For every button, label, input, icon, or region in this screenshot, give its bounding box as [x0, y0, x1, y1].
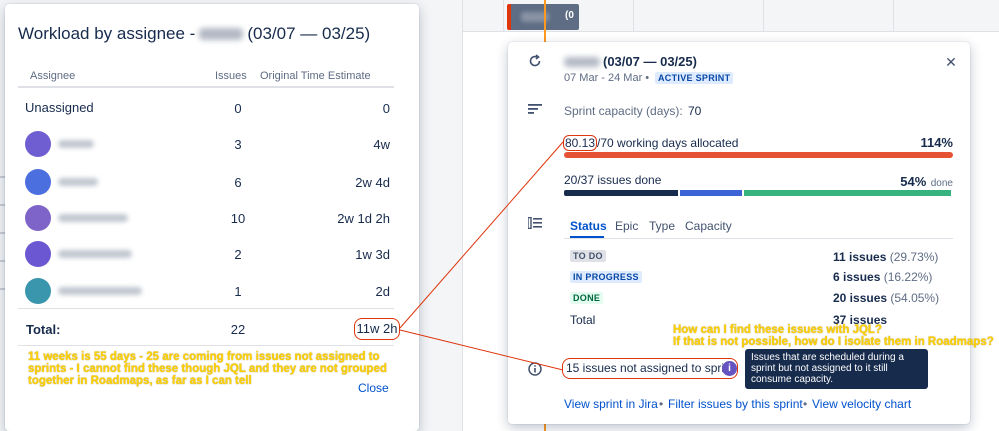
sprint-title: (03/07 — 03/25) — [564, 54, 697, 69]
workload-title-prefix: Workload by assignee - — [18, 24, 196, 43]
workload-title: Workload by assignee - (03/07 — 03/25) — [18, 24, 370, 44]
issues-count: 0 — [234, 101, 242, 116]
avatar — [25, 131, 51, 157]
sprint-name-redacted — [564, 56, 600, 67]
issues-done-text: 20/37 issues done — [564, 173, 662, 187]
capacity-value: 70 — [688, 104, 702, 118]
header-divider — [18, 86, 394, 88]
issues-count: 6 — [234, 175, 242, 190]
time-estimate: 2w 1d 2h — [337, 211, 390, 226]
issues-count: 2 — [234, 247, 242, 262]
active-tab-indicator — [570, 236, 604, 238]
timeline-sprint-chip[interactable]: (0 — [507, 4, 579, 30]
total-divider — [18, 308, 394, 309]
capacity-progress-bar — [564, 152, 953, 158]
done-percent: 54% done — [900, 174, 953, 189]
assignee-name-redacted — [58, 287, 142, 295]
assignee-name-redacted — [58, 140, 94, 148]
status-lozenge-in-progress: IN PROGRESS — [570, 271, 642, 283]
link-separator: • — [803, 397, 808, 411]
status-count-todo: 11 issues (29.73%) — [833, 250, 939, 264]
issues-progress-bar — [564, 190, 953, 196]
close-icon[interactable]: ✕ — [944, 54, 958, 71]
sprint-cycle-icon — [529, 54, 541, 67]
lines-icon — [528, 104, 542, 114]
filter-issues-link[interactable]: Filter issues by this sprint — [668, 397, 803, 411]
allocated-percent: 114% — [920, 135, 953, 150]
status-badge: ACTIVE SPRINT — [655, 72, 734, 84]
tab-bar-divider — [564, 238, 953, 239]
total-estimate-highlighted: 11w 2h — [354, 318, 400, 340]
annotation-note-right: How can I find these issues with JQL? If… — [673, 324, 994, 348]
table-row: 3 4w — [18, 128, 394, 162]
column-header-assignee: Assignee — [30, 70, 76, 82]
tab-epic[interactable]: Epic — [615, 219, 638, 233]
tooltip: Issues that are scheduled during a sprin… — [745, 349, 928, 389]
time-estimate: 2d — [375, 284, 390, 299]
tab-type[interactable]: Type — [649, 219, 675, 233]
avatar — [25, 169, 51, 195]
allocated-text: /70 working days allocated — [597, 136, 739, 150]
view-velocity-chart-link[interactable]: View velocity chart — [812, 397, 911, 411]
time-estimate: 2w 4d — [355, 175, 390, 190]
table-row: 2 1w 3d — [18, 238, 394, 272]
status-lozenge-done: DONE — [570, 292, 604, 304]
view-sprint-link[interactable]: View sprint in Jira — [564, 397, 658, 411]
sprint-chip-label: (0 — [565, 10, 574, 21]
breakdown-icon — [528, 217, 542, 229]
issues-count: 3 — [234, 137, 242, 152]
allocated-row: 80.13 /70 working days allocated — [563, 135, 738, 151]
status-count-done: 20 issues (54.05%) — [833, 291, 940, 305]
avatar — [25, 241, 51, 267]
tab-status[interactable]: Status — [570, 219, 607, 233]
capacity-label: Sprint capacity (days): — [564, 104, 683, 118]
annotation-note-left: 11 weeks is 55 days - 25 are coming from… — [28, 351, 387, 387]
status-lozenge-todo: TO DO — [570, 250, 606, 262]
issues-count: 1 — [234, 284, 242, 299]
assignee-name: Unassigned — [25, 100, 94, 115]
total-label: Total: — [26, 322, 61, 337]
time-estimate: 0 — [382, 101, 390, 116]
assignee-name-redacted — [58, 178, 98, 186]
assignee-name-redacted — [58, 250, 132, 258]
allocated-days-highlighted: 80.13 — [563, 135, 598, 151]
status-total-label: Total — [570, 313, 596, 327]
in-progress-segment — [679, 190, 742, 196]
issues-not-assigned-highlighted: 15 issues not assigned to sprint — [562, 358, 739, 379]
sprint-name-redacted — [199, 28, 244, 40]
assignee-name-redacted — [58, 214, 128, 222]
sprint-date-range: 07 Mar - 24 Mar • — [564, 72, 650, 84]
sprint-title-dates: (03/07 — 03/25) — [603, 54, 697, 69]
pane-divider — [462, 0, 463, 431]
info-icon — [528, 362, 542, 376]
table-row: 6 2w 4d — [18, 166, 394, 200]
avatar — [25, 278, 51, 304]
done-segment — [743, 190, 951, 196]
table-row: 10 2w 1d 2h — [18, 202, 394, 236]
time-estimate: 4w — [373, 137, 390, 152]
todo-segment — [564, 190, 678, 196]
total-issues: 22 — [230, 322, 246, 337]
workload-title-dates: (03/07 — 03/25) — [247, 24, 371, 43]
column-header-estimate: Original Time Estimate — [260, 70, 371, 82]
table-row: 1 2d — [18, 275, 394, 309]
issues-count: 10 — [230, 211, 246, 226]
avatar — [25, 205, 51, 231]
column-header-issues: Issues — [215, 70, 247, 82]
help-icon[interactable]: i — [722, 361, 737, 376]
time-estimate: 1w 3d — [355, 247, 390, 262]
status-count-in-progress: 6 issues (16.22%) — [833, 270, 933, 284]
tab-capacity[interactable]: Capacity — [685, 219, 732, 233]
footer-divider — [18, 345, 394, 346]
link-separator: • — [659, 397, 664, 411]
table-row: Unassigned 0 0 — [18, 92, 394, 126]
